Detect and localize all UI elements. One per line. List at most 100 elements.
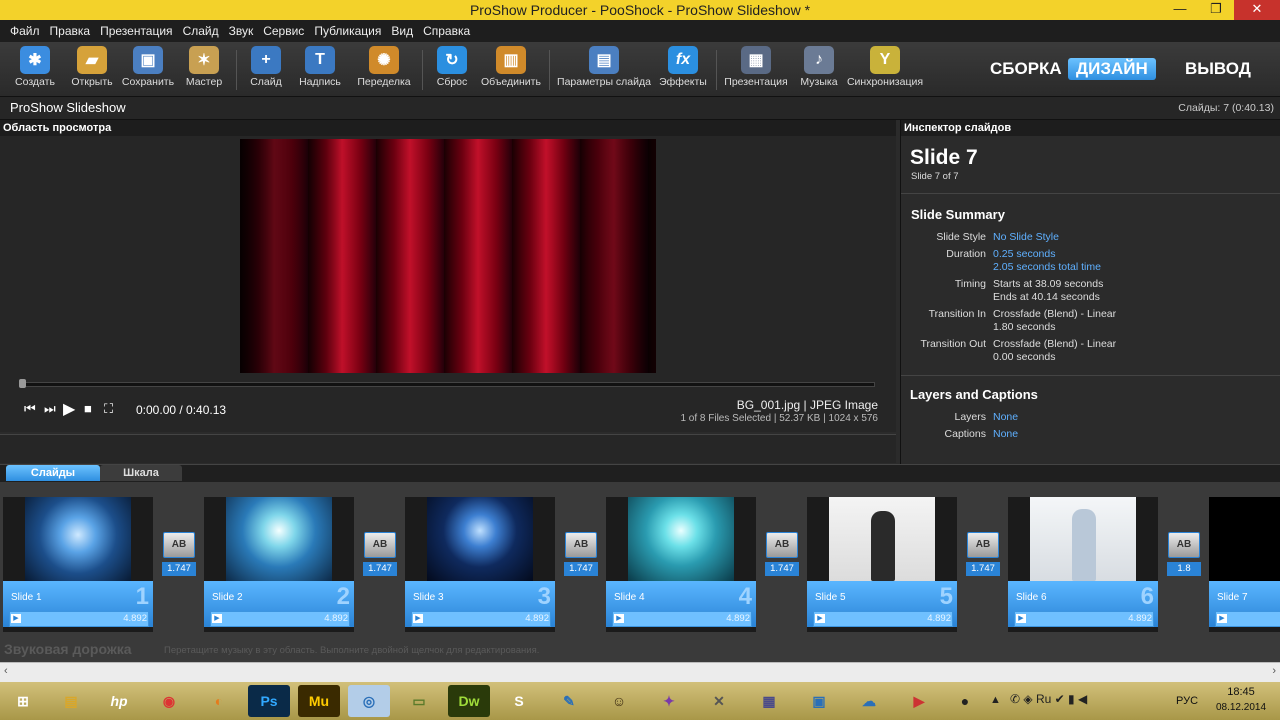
play-icon[interactable]: ▶ <box>212 614 222 623</box>
skip-back-icon[interactable]: ⏮ <box>24 401 36 417</box>
slide-options-button[interactable]: ▤ Параметры слайда <box>556 46 652 88</box>
transition-item[interactable]: AB 1.747 <box>162 532 196 576</box>
scroll-right-icon[interactable]: › <box>1272 665 1276 677</box>
clock-time[interactable]: 18:45 <box>1216 686 1266 698</box>
tool-icon[interactable]: ✦ <box>648 685 690 717</box>
play-icon[interactable]: ▶ <box>614 614 624 623</box>
tray-arrow-icon[interactable]: ▲ <box>990 694 1001 706</box>
transition-icon[interactable]: AB <box>967 532 999 558</box>
windows-start-icon[interactable]: ⊞ <box>2 685 44 717</box>
save-button[interactable]: ▣ Сохранить <box>120 46 176 88</box>
gimp-icon[interactable]: ☺ <box>598 685 640 717</box>
mode-build-tab[interactable]: СБОРКА <box>990 59 1062 79</box>
dreamweaver-icon[interactable]: Dw <box>448 685 490 717</box>
slide-item[interactable]: 3 Slide 3 ▶ 4.892 <box>405 497 555 632</box>
skype-icon[interactable]: S <box>498 685 540 717</box>
tools-icon[interactable]: ✕ <box>698 685 740 717</box>
slide-thumbnail[interactable] <box>1030 497 1136 581</box>
show-options-button[interactable]: ▦ Презентация <box>722 46 790 88</box>
paint-icon[interactable]: ✎ <box>548 685 590 717</box>
play-icon[interactable]: ▶ <box>413 614 423 623</box>
explorer-icon[interactable]: ▤ <box>50 685 92 717</box>
document-icon[interactable]: ▦ <box>748 685 790 717</box>
slide-thumbnail[interactable] <box>226 497 332 581</box>
menu-slide[interactable]: Слайд <box>183 20 219 42</box>
play-icon[interactable]: ▶ <box>11 614 21 623</box>
menu-edit[interactable]: Правка <box>50 20 91 42</box>
menu-publish[interactable]: Публикация <box>314 20 381 42</box>
play-icon[interactable]: ▶ <box>1016 614 1026 623</box>
menu-tools[interactable]: Сервис <box>263 20 304 42</box>
menu-help[interactable]: Справка <box>423 20 470 42</box>
network-icon[interactable]: ☁ <box>848 685 890 717</box>
effects-button[interactable]: fx Эффекты <box>656 46 710 88</box>
restore-icon[interactable]: ❐ <box>1198 0 1234 20</box>
music-button[interactable]: ♪ Музыка <box>796 46 842 88</box>
horizontal-scrollbar[interactable]: ‹ › <box>0 662 1280 683</box>
skip-forward-icon[interactable]: ⏭ <box>44 401 56 417</box>
wizard-button[interactable]: ✶ Мастер <box>180 46 228 88</box>
transition-item[interactable]: AB 1.747 <box>363 532 397 576</box>
captions-value[interactable]: None <box>993 428 1018 440</box>
slide-item[interactable]: 2 Slide 2 ▶ 4.892 <box>204 497 354 632</box>
close-icon[interactable]: ✕ <box>1234 0 1280 20</box>
slide-item[interactable]: 4 Slide 4 ▶ 4.892 <box>606 497 756 632</box>
stop-icon[interactable]: ■ <box>84 401 92 416</box>
tab-slides[interactable]: Слайды <box>6 465 100 481</box>
muse-icon[interactable]: Mu <box>298 685 340 717</box>
open-button[interactable]: ▰ Открыть <box>64 46 120 88</box>
transition-item[interactable]: AB 1.747 <box>966 532 1000 576</box>
play-icon[interactable]: ▶ <box>63 399 75 419</box>
menu-audio[interactable]: Звук <box>229 20 254 42</box>
slide-thumbnail[interactable] <box>829 497 935 581</box>
scroll-left-icon[interactable]: ‹ <box>4 665 8 677</box>
slide-item[interactable]: Slide 7 ▶ <box>1209 497 1280 632</box>
caption-button[interactable]: T Надпись <box>294 46 346 88</box>
duration-total[interactable]: 2.05 seconds total time <box>993 261 1101 273</box>
transition-icon[interactable]: AB <box>565 532 597 558</box>
play-icon[interactable]: ▶ <box>815 614 825 623</box>
monitor-icon[interactable]: ▣ <box>798 685 840 717</box>
scrubber-handle[interactable] <box>19 379 26 388</box>
mode-design-tab[interactable]: ДИЗАЙН <box>1068 58 1156 80</box>
timeline-scrubber[interactable] <box>20 382 875 387</box>
menu-show[interactable]: Презентация <box>100 20 173 42</box>
reset-button[interactable]: ↻ Сброс <box>430 46 474 88</box>
slide-item[interactable]: 1 Slide 1 ▶ 4.892 <box>3 497 153 632</box>
duration-value[interactable]: 0.25 seconds <box>993 248 1055 260</box>
slide-thumbnail[interactable] <box>25 497 131 581</box>
presentation-icon[interactable]: ▶ <box>898 685 940 717</box>
transition-icon[interactable]: AB <box>364 532 396 558</box>
mode-output-tab[interactable]: ВЫВОД <box>1185 59 1251 79</box>
proshow-icon[interactable]: ◎ <box>348 685 390 717</box>
transition-icon[interactable]: AB <box>1168 532 1200 558</box>
clock-date[interactable]: 08.12.2014 <box>1208 702 1274 713</box>
new-button[interactable]: ✱ Создать <box>8 46 62 88</box>
transition-item[interactable]: AB 1.747 <box>564 532 598 576</box>
tray-icons[interactable]: ✆ ◈ Ru ✔ ▮ ◀ <box>1010 692 1087 706</box>
firefox-icon[interactable]: ◐ <box>198 685 240 717</box>
play-icon[interactable]: ▶ <box>1217 614 1227 623</box>
camera-icon[interactable]: ● <box>944 685 986 717</box>
slide-style-value[interactable]: No Slide Style <box>993 231 1059 243</box>
layers-value[interactable]: None <box>993 411 1018 423</box>
transition-icon[interactable]: AB <box>766 532 798 558</box>
menu-view[interactable]: Вид <box>391 20 413 42</box>
transition-item[interactable]: AB 1.747 <box>765 532 799 576</box>
audio-track[interactable]: Звуковая дорожка Перетащите музыку в эту… <box>0 638 1280 662</box>
slide-item[interactable]: 5 Slide 5 ▶ 4.892 <box>807 497 957 632</box>
transition-icon[interactable]: AB <box>163 532 195 558</box>
remix-button[interactable]: ✺ Переделка <box>352 46 416 88</box>
notes-icon[interactable]: ▭ <box>398 685 440 717</box>
sync-button[interactable]: Y Синхронизация <box>846 46 924 88</box>
transition-item[interactable]: AB 1.8 <box>1167 532 1201 576</box>
tab-timeline[interactable]: Шкала <box>100 465 182 481</box>
slide-thumbnail[interactable] <box>628 497 734 581</box>
menu-file[interactable]: Файл <box>10 20 40 42</box>
keyboard-language[interactable]: РУС <box>1176 695 1198 707</box>
minimize-icon[interactable]: — <box>1162 0 1198 20</box>
chrome-icon[interactable]: ◉ <box>148 685 190 717</box>
fullscreen-icon[interactable]: ⛶ <box>104 401 113 417</box>
slide-thumbnail[interactable] <box>427 497 533 581</box>
merge-button[interactable]: ▥ Объединить <box>478 46 544 88</box>
